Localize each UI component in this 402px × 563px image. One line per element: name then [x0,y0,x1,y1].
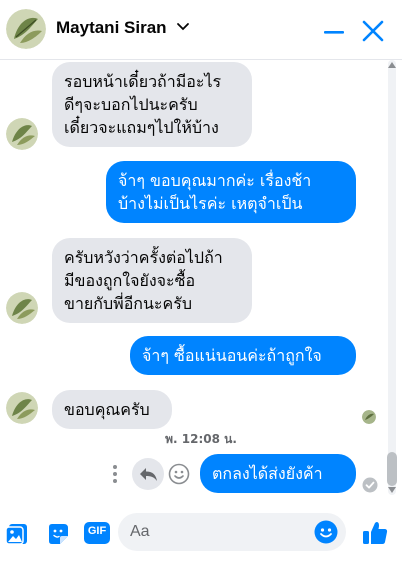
reply-icon[interactable] [132,458,164,490]
message-timestamp: พ. 12:08 น. [165,432,237,446]
outgoing-message-bubble[interactable]: จ้าๆ ขอบคุณมากค่ะ เรื่องช้า บ้างไม่เป็นไ… [106,161,356,223]
seen-avatar [362,410,376,424]
contact-avatar[interactable] [6,118,38,150]
message-input[interactable] [130,513,310,551]
chat-header: Maytani Siran [0,0,402,60]
outgoing-message-bubble[interactable]: ตกลงได้ส่งยังค้า [200,454,356,493]
message-line: บ้างไม่เป็นไรค่ะ เหตุจำเป็น [118,194,303,213]
close-icon[interactable] [360,18,386,44]
message-list: รอบหน้าเดี๋ยวถ้ามีอะไร ดีๆจะบอกไปนะครับ … [0,60,402,496]
photo-icon[interactable] [6,522,30,546]
contact-avatar[interactable] [6,9,46,49]
gif-button[interactable]: GIF [84,522,110,544]
minimize-icon[interactable] [322,20,346,44]
message-line: จ้าๆ ขอบคุณมากค่ะ เรื่องช้า [118,171,312,190]
message-line: รอบหน้าเดี๋ยวถ้ามีอะไร [64,72,222,91]
message-line: มีของถูกใจยังจะซื้อ [64,271,196,290]
message-line: จ้าๆ ซื้อแน่นอนค่ะถ้าถูกใจ [142,346,322,365]
outgoing-message-bubble[interactable]: จ้าๆ ซื้อแน่นอนค่ะถ้าถูกใจ [130,336,356,375]
message-actions [110,458,194,490]
scroll-track [388,60,396,495]
message-composer: GIF [0,496,402,563]
contact-avatar[interactable] [6,292,38,324]
sticker-icon[interactable] [46,522,70,546]
more-options-icon[interactable] [110,464,120,484]
incoming-message-bubble[interactable]: ครับหวังว่าครั้งต่อไปถ้า มีของถูกใจยังจะ… [52,238,252,323]
sent-check-icon [362,477,378,493]
message-line: ตกลงได้ส่งยังค้า [212,464,323,483]
scroll-down-arrow-icon[interactable] [388,487,396,493]
contact-name[interactable]: Maytani Siran [56,18,167,38]
message-line: ขอบคุณครับ [64,400,150,419]
incoming-message-bubble[interactable]: รอบหน้าเดี๋ยวถ้ามีอะไร ดีๆจะบอกไปนะครับ … [52,62,252,147]
message-line: ขายกับพี่อีกนะครับ [64,294,192,313]
incoming-message-bubble[interactable]: ขอบคุณครับ [52,390,172,429]
chevron-down-icon[interactable] [176,22,190,32]
message-input-wrapper [118,513,346,551]
contact-avatar[interactable] [6,392,38,424]
message-line: ครับหวังว่าครั้งต่อไปถ้า [64,248,223,267]
message-scrollbar[interactable] [385,60,399,495]
like-thumbs-up-icon[interactable] [362,520,388,546]
emoji-icon[interactable] [314,520,338,544]
react-smiley-icon[interactable] [168,463,190,485]
scroll-up-arrow-icon[interactable] [388,62,396,68]
message-line: ดีๆจะบอกไปนะครับ [64,95,198,114]
message-line: เดี๋ยวจะแถมๆไปให้บ้าง [64,118,219,137]
scroll-thumb[interactable] [387,452,397,486]
gif-label: GIF [87,525,107,537]
